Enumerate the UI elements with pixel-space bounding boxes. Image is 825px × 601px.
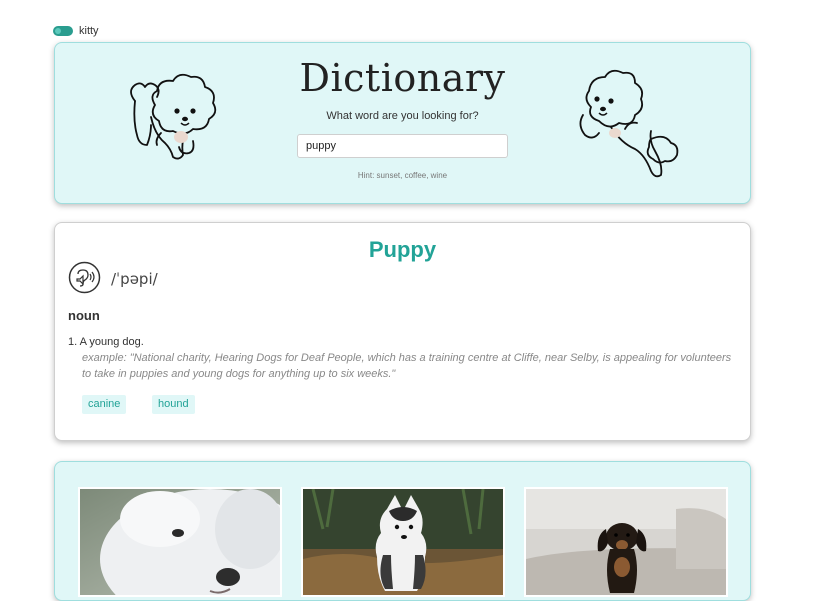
- word-result: Puppy /ˈpəpi/ noun 1. A young dog. examp…: [54, 222, 751, 441]
- example-text: example: "National charity, Hearing Dogs…: [82, 352, 732, 380]
- synonym-tag[interactable]: canine: [82, 395, 127, 414]
- dog-illustration-right: [579, 69, 679, 178]
- result-word: Puppy: [368, 237, 437, 262]
- photo-gallery: [54, 461, 751, 601]
- speaker-ear-icon[interactable]: [68, 261, 101, 294]
- toggle-switch-icon[interactable]: [53, 26, 73, 36]
- theme-toggle[interactable]: kitty: [53, 25, 99, 37]
- definition-text: 1. A young dog.: [68, 336, 144, 348]
- synonym-tag[interactable]: hound: [152, 395, 195, 414]
- photo-dachshund-puppy[interactable]: [524, 487, 728, 597]
- part-of-speech: noun: [68, 308, 100, 323]
- search-header: Dictionary What word are you looking for…: [54, 42, 751, 204]
- photo-husky-puppy[interactable]: [301, 487, 505, 597]
- husky-puppy-image: [303, 489, 503, 595]
- white-puppy-image: [80, 489, 280, 595]
- photo-white-puppy[interactable]: [78, 487, 282, 597]
- theme-toggle-label: kitty: [79, 25, 99, 37]
- search-input[interactable]: [297, 134, 508, 158]
- dachshund-puppy-image: [526, 489, 726, 595]
- phonetic-text: /ˈpəpi/: [111, 270, 158, 288]
